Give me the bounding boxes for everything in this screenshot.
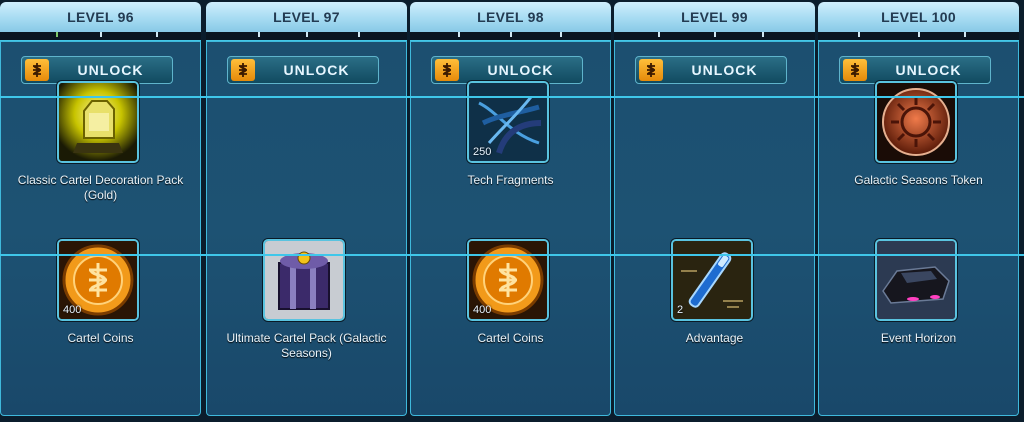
gold-decoration-pack-icon[interactable]: [57, 81, 139, 163]
item-quantity: 2: [677, 304, 684, 316]
unlock-label: UNLOCK: [283, 62, 350, 78]
row-divider: [0, 96, 1024, 98]
reward-slot-free[interactable]: 250 Tech Fragments: [410, 58, 611, 214]
level-header: LEVEL 100: [818, 2, 1019, 32]
ultimate-cartel-pack-icon[interactable]: [263, 239, 345, 321]
progress-ticks: [0, 32, 201, 41]
reward-name: Cartel Coins: [477, 331, 544, 345]
reward-slot-premium[interactable]: 400 Cartel Coins: [0, 216, 201, 372]
reward-slot-premium[interactable]: Event Horizon: [818, 216, 1019, 372]
event-horizon-vehicle-icon[interactable]: [875, 239, 957, 321]
level-label: LEVEL 97: [273, 9, 340, 25]
reward-name: Ultimate Cartel Pack (Galactic Seasons): [226, 331, 387, 360]
cartel-coin-icon: [639, 59, 663, 81]
level-header: LEVEL 98: [410, 2, 611, 32]
reward-name: Tech Fragments: [467, 173, 554, 187]
level-column-98: LEVEL 98 UNLOCK 250 Tech Fragments 400 C…: [410, 0, 611, 420]
item-quantity: 400: [473, 304, 492, 316]
level-column-100: LEVEL 100 UNLOCK Galactic Seasons Token …: [818, 0, 1019, 420]
reward-name: Advantage: [685, 331, 744, 345]
progress-ticks: [206, 32, 407, 41]
tech-fragments-icon[interactable]: 250: [467, 81, 549, 163]
reward-name: Galactic Seasons Token: [854, 173, 983, 187]
level-header: LEVEL 99: [614, 2, 815, 32]
level-label: LEVEL 96: [67, 9, 134, 25]
cartel-coins-icon[interactable]: 400: [467, 239, 549, 321]
reward-name: Cartel Coins: [67, 331, 134, 345]
level-header: LEVEL 97: [206, 2, 407, 32]
level-label: LEVEL 99: [681, 9, 748, 25]
level-column-96: LEVEL 96 UNLOCK Classic Cartel Decoratio…: [0, 0, 201, 420]
reward-slot-free[interactable]: Galactic Seasons Token: [818, 58, 1019, 214]
level-header: LEVEL 96: [0, 2, 201, 32]
level-label: LEVEL 100: [881, 9, 956, 25]
cartel-coins-icon[interactable]: 400: [57, 239, 139, 321]
reward-name: Classic Cartel Decoration Pack (Gold): [17, 173, 184, 202]
progress-ticks: [818, 32, 1019, 41]
advantage-icon[interactable]: 2: [671, 239, 753, 321]
reward-slot-premium[interactable]: 2 Advantage: [614, 216, 815, 372]
progress-ticks: [614, 32, 815, 41]
item-quantity: 250: [473, 146, 492, 158]
unlock-label: UNLOCK: [691, 62, 758, 78]
unlock-button[interactable]: UNLOCK: [635, 56, 787, 84]
level-label: LEVEL 98: [477, 9, 544, 25]
cartel-coin-icon: [231, 59, 255, 81]
level-column-99: LEVEL 99 UNLOCK 2 Advantage: [614, 0, 815, 420]
level-column-97: LEVEL 97 UNLOCK Ultimate Cartel Pack (Ga…: [206, 0, 407, 420]
season-reward-track: LEVEL 96 UNLOCK Classic Cartel Decoratio…: [0, 0, 1024, 422]
reward-name: Event Horizon: [880, 331, 957, 345]
item-quantity: 400: [63, 304, 82, 316]
reward-slot-premium[interactable]: 400 Cartel Coins: [410, 216, 611, 372]
unlock-button[interactable]: UNLOCK: [227, 56, 379, 84]
reward-slot-free[interactable]: Classic Cartel Decoration Pack (Gold): [0, 58, 201, 214]
progress-ticks: [410, 32, 611, 41]
galactic-seasons-token-icon[interactable]: [875, 81, 957, 163]
row-divider: [0, 254, 1024, 256]
reward-slot-premium[interactable]: Ultimate Cartel Pack (Galactic Seasons): [206, 216, 407, 372]
